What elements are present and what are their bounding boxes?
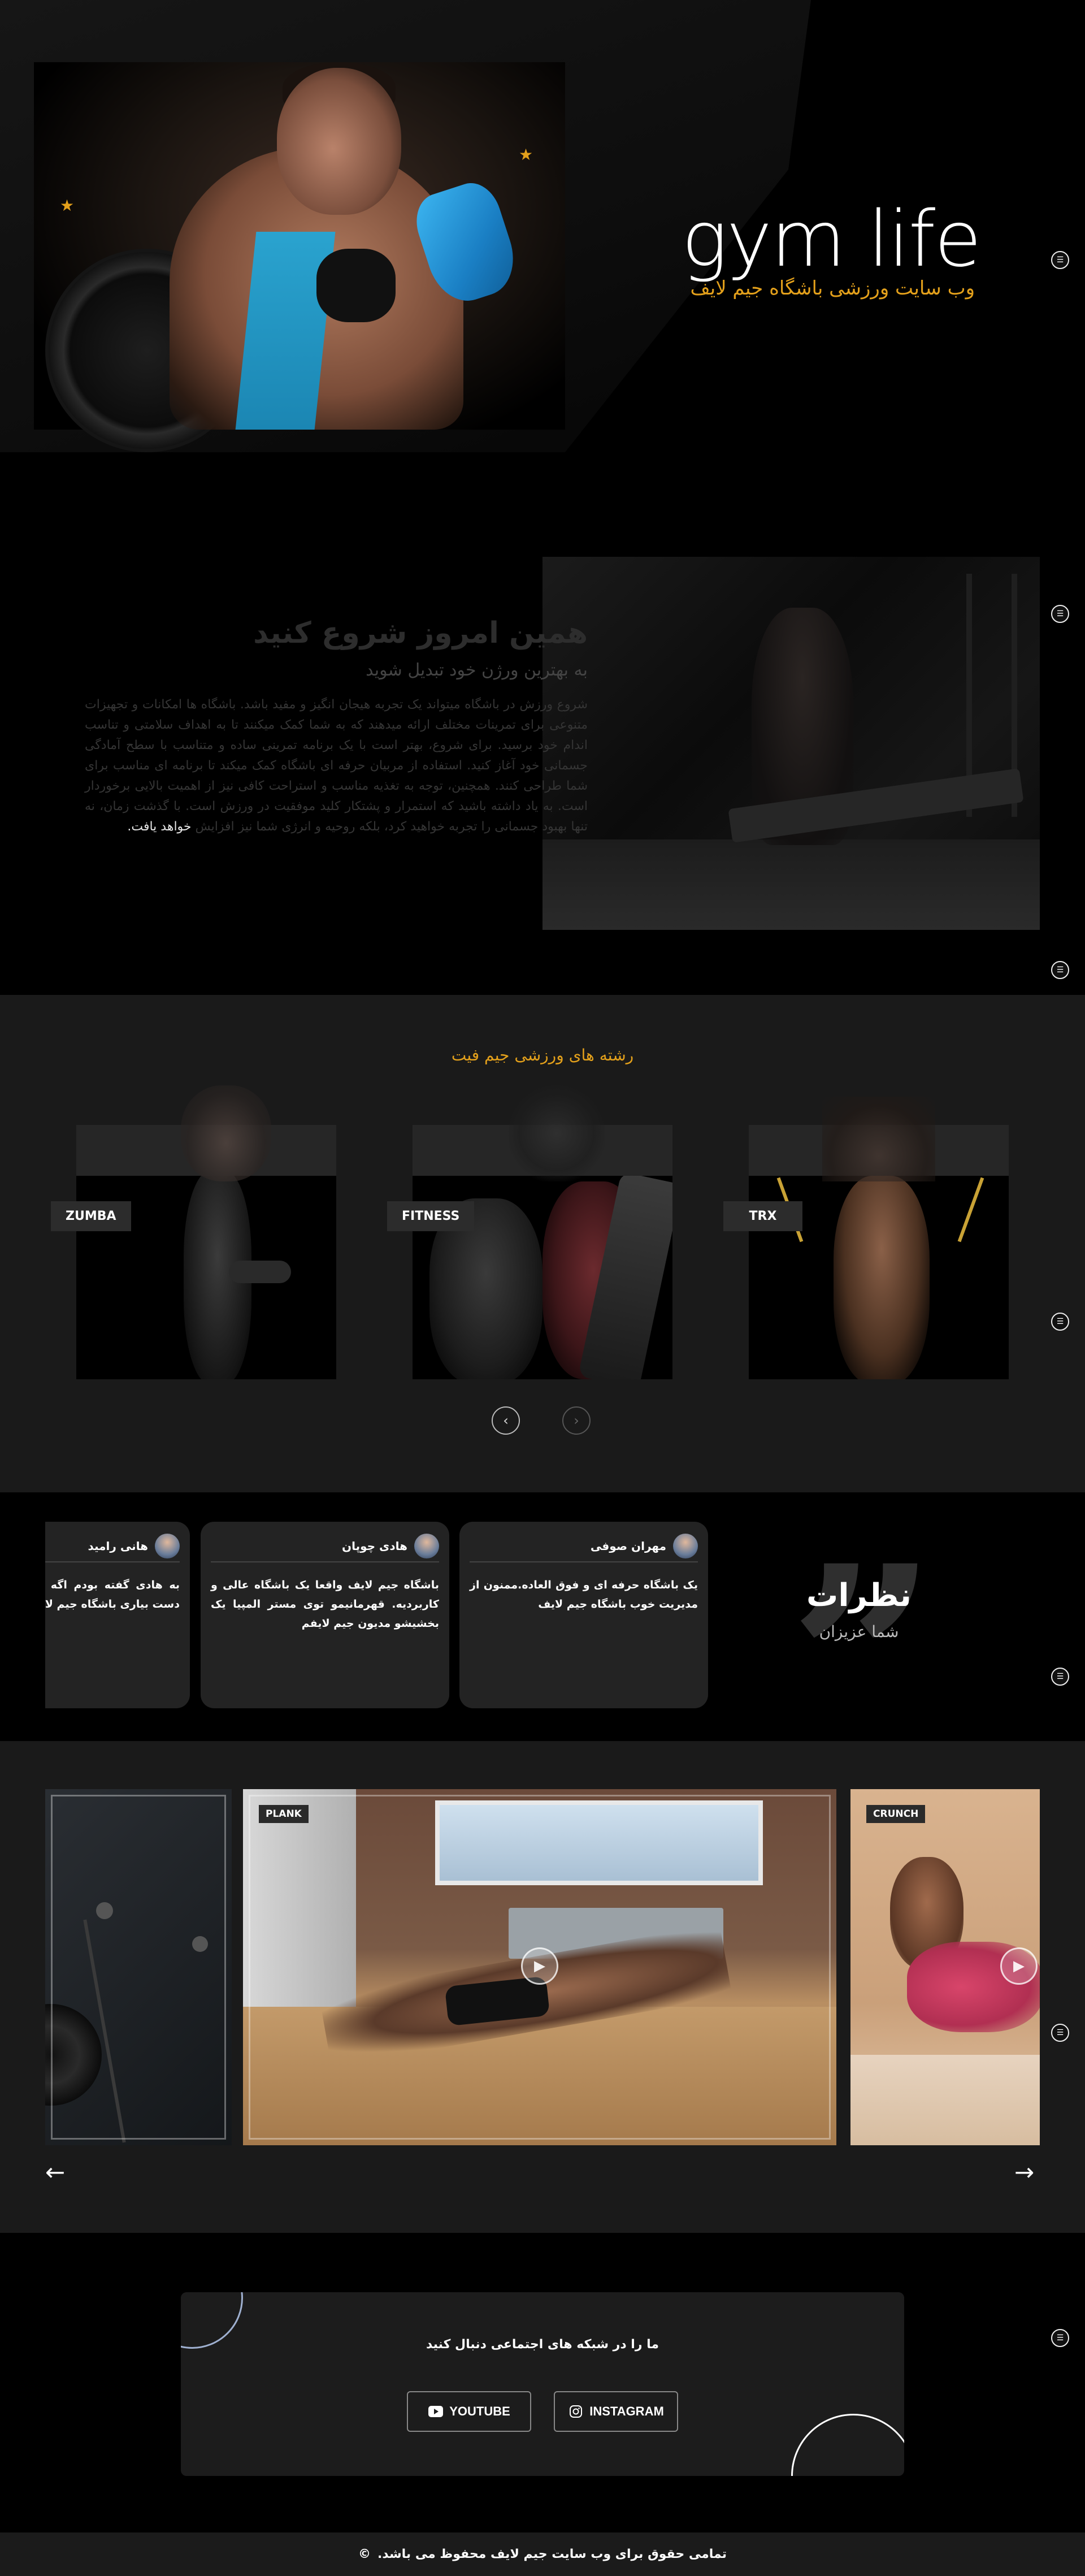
video-carousel: PLANK ▶ CRUNCH ▶: [45, 1789, 1040, 2151]
testimonial-author: مهران صوفی: [590, 1539, 666, 1553]
about-section: ☰ همین امروز شروع کنید به بهترین ورژن خو…: [0, 452, 1085, 995]
side-menu-icon[interactable]: ☰: [1051, 2024, 1069, 2042]
avatar: [673, 1534, 698, 1558]
side-menu-icon[interactable]: ☰: [1051, 1668, 1069, 1686]
testimonial-card: مهران صوفی یک باشگاه حرفه ای و فوق العاد…: [459, 1522, 708, 1708]
side-menu-icon[interactable]: ☰: [1051, 961, 1069, 979]
sports-section: رشته های ورزشی جیم فیت ZUMBA FITNESS TRX…: [0, 995, 1085, 1492]
avatar: [155, 1534, 180, 1558]
testimonial-card: هادی چوپان باشگاه جیم لایف واقعا یک باشگ…: [201, 1522, 449, 1708]
hero-section: ★ ★ gym life وب سایت ورزشی باشگاه جیم لا…: [0, 0, 1085, 452]
side-menu-icon[interactable]: ☰: [1051, 2329, 1069, 2347]
sports-title: رشته های ورزشی جیم فیت: [451, 1046, 634, 1064]
footer: تمامی حقوق برای وب سایت جیم لایف محفوظ م…: [0, 2532, 1085, 2576]
youtube-icon: [428, 2404, 444, 2419]
instagram-label: INSTAGRAM: [589, 2404, 664, 2418]
arrow-left-icon[interactable]: ←: [45, 2158, 65, 2186]
testimonials-subtitle: شما عزیزان: [819, 1622, 899, 1641]
side-menu-icon[interactable]: ☰: [1051, 1313, 1069, 1331]
video-slide[interactable]: [45, 1789, 232, 2145]
testimonial-author: هادی چوپان: [342, 1539, 407, 1553]
copyright-icon: ©: [358, 2547, 371, 2561]
sport-card-label: TRX: [723, 1201, 802, 1231]
sport-card-label: FITNESS: [387, 1201, 475, 1231]
sport-card-zumba[interactable]: ZUMBA: [51, 1085, 336, 1379]
star-icon: ★: [519, 145, 533, 164]
testimonial-text: باشگاه جیم لایف واقعا یک باشگاه عالی و ک…: [211, 1579, 439, 1630]
social-section: ☰ ما را در شبکه های اجتماعی دنبال کنید Y…: [0, 2233, 1085, 2532]
testimonials-title: نظرات: [806, 1577, 912, 1614]
arrow-right-icon[interactable]: →: [1014, 2158, 1034, 2186]
avatar: [414, 1534, 439, 1558]
instagram-icon: [568, 2404, 584, 2419]
video-gallery-section: PLANK ▶ CRUNCH ▶ ☰: [0, 1741, 1085, 2233]
side-menu-icon[interactable]: ☰: [1051, 605, 1069, 623]
about-body-text: شروع ورزش در باشگاه میتواند یک تجربه هیج…: [85, 698, 588, 834]
social-box: ما را در شبکه های اجتماعی دنبال کنید YOU…: [181, 2292, 904, 2476]
youtube-label: YOUTUBE: [449, 2404, 510, 2418]
about-text-block: همین امروز شروع کنید به بهترین ورژن خود …: [85, 616, 588, 837]
testimonials-section: ” نظرات شما عزیزان مهران صوفی یک باشگاه …: [0, 1492, 1085, 1741]
footer-copyright-text: تمامی حقوق برای وب سایت جیم لایف محفوظ م…: [377, 2547, 727, 2561]
about-body-tail: خواهد یافت.: [127, 820, 192, 834]
video-slide-plank[interactable]: PLANK ▶: [243, 1789, 836, 2145]
chevron-right-icon[interactable]: ›: [562, 1406, 591, 1435]
about-body: شروع ورزش در باشگاه میتواند یک تجربه هیج…: [85, 695, 588, 837]
video-slide-crunch[interactable]: CRUNCH ▶: [850, 1789, 1040, 2145]
instagram-button[interactable]: INSTAGRAM: [554, 2391, 678, 2432]
about-subtitle: به بهترین ورژن خود تبدیل شوید: [366, 660, 588, 680]
side-menu-icon[interactable]: ☰: [1051, 251, 1069, 269]
sport-card-trx[interactable]: TRX: [723, 1085, 1009, 1379]
hero-athlete-image: [34, 62, 565, 452]
sport-card-label: ZUMBA: [51, 1201, 131, 1231]
social-title: ما را در شبکه های اجتماعی دنبال کنید: [426, 2337, 659, 2352]
star-icon: ★: [60, 196, 75, 215]
sport-card-fitness[interactable]: FITNESS: [387, 1085, 672, 1379]
testimonial-text: یک باشگاه حرفه ای و فوق العاده.ممنون از …: [470, 1579, 698, 1610]
about-gym-image: [542, 557, 1040, 930]
play-icon[interactable]: ▶: [1000, 1947, 1038, 1985]
site-subtitle: وب سایت ورزشی باشگاه جیم لایف: [690, 277, 975, 300]
testimonial-author: هانی رامید: [88, 1539, 148, 1553]
decorative-ring: [791, 2414, 904, 2476]
play-icon[interactable]: ▶: [521, 1947, 558, 1985]
video-tag: PLANK: [259, 1805, 309, 1823]
youtube-button[interactable]: YOUTUBE: [407, 2391, 531, 2432]
about-title: همین امروز شروع کنید: [253, 616, 588, 650]
video-tag: CRUNCH: [866, 1805, 926, 1823]
chevron-left-icon[interactable]: ‹: [492, 1406, 520, 1435]
site-logo-title: gym life: [682, 195, 982, 284]
